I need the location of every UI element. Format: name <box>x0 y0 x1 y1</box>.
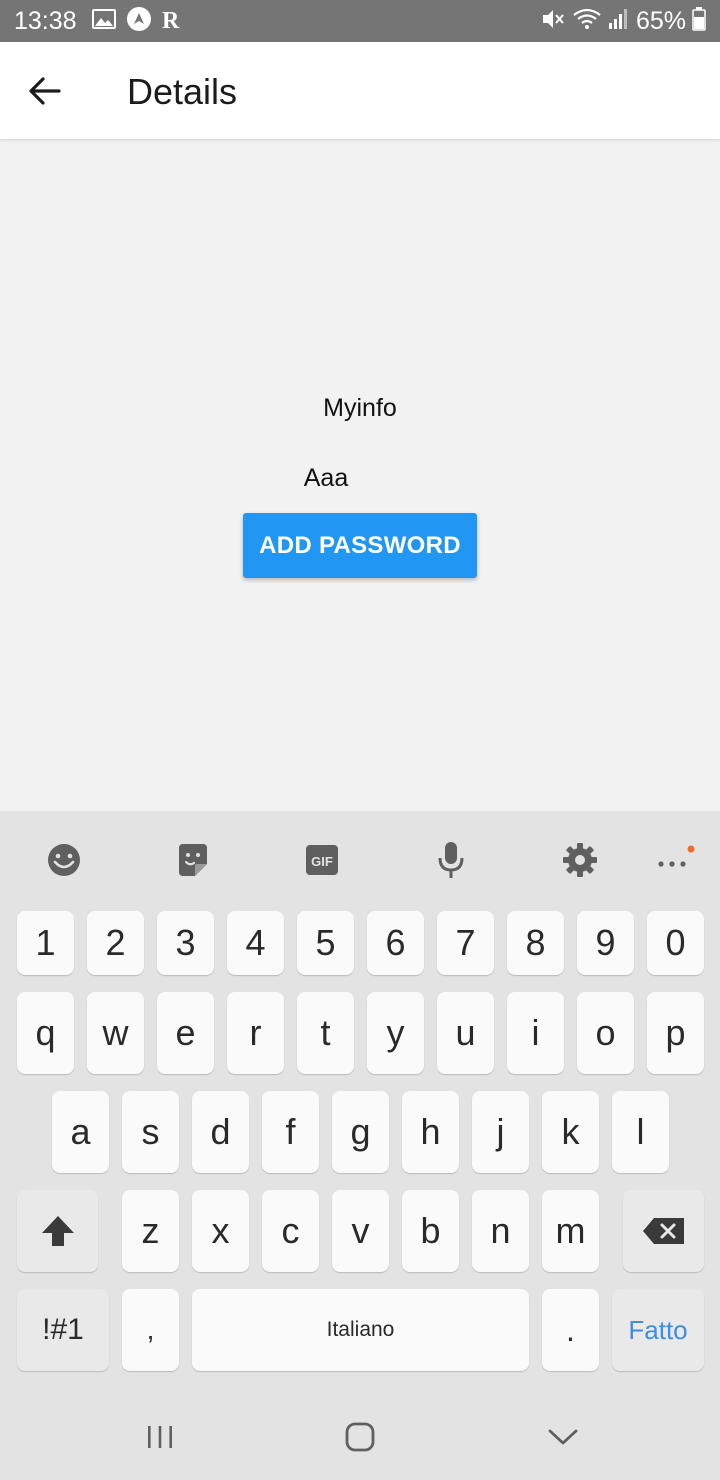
navigation-bar <box>0 1391 720 1480</box>
recent-apps-icon <box>148 1426 172 1448</box>
key-q[interactable]: q <box>17 992 74 1074</box>
key-u[interactable]: u <box>437 992 494 1074</box>
key-e[interactable]: e <box>157 992 214 1074</box>
info-item: Aaa <box>303 464 349 492</box>
image-icon <box>92 8 116 34</box>
space-key[interactable]: Italiano <box>192 1289 529 1371</box>
key-j[interactable]: j <box>472 1091 529 1173</box>
shift-key[interactable] <box>17 1190 98 1272</box>
done-label: Fatto <box>628 1314 688 1345</box>
key-p[interactable]: p <box>647 992 704 1074</box>
page-title: Details <box>127 71 238 112</box>
key-g[interactable]: g <box>332 1091 389 1173</box>
key-i[interactable]: i <box>507 992 564 1074</box>
emoji-button[interactable] <box>34 839 94 881</box>
app-bar: Details <box>0 42 720 140</box>
key-1[interactable]: 1 <box>17 911 74 975</box>
key-s[interactable]: s <box>122 1091 179 1173</box>
done-key[interactable]: Fatto <box>612 1289 704 1371</box>
key-l[interactable]: l <box>612 1091 669 1173</box>
key-8[interactable]: 8 <box>507 911 564 975</box>
navigation-icon <box>126 6 152 37</box>
key-t[interactable]: t <box>297 992 354 1074</box>
key-x[interactable]: x <box>192 1190 249 1272</box>
key-7[interactable]: 7 <box>437 911 494 975</box>
status-right-icons: 65% <box>534 6 706 36</box>
period-key[interactable]: . <box>542 1289 599 1371</box>
sticker-button[interactable] <box>163 839 223 881</box>
backspace-key[interactable] <box>623 1190 704 1272</box>
system-back-button[interactable] <box>533 1415 593 1459</box>
key-2[interactable]: 2 <box>87 911 144 975</box>
status-time: 13:38 <box>14 7 77 35</box>
back-button[interactable] <box>20 66 70 116</box>
key-3[interactable]: 3 <box>157 911 214 975</box>
key-m[interactable]: m <box>542 1190 599 1272</box>
wifi-icon <box>572 7 602 36</box>
battery-percent: 65% <box>635 7 686 35</box>
key-v[interactable]: v <box>332 1190 389 1272</box>
backspace-icon <box>642 1218 684 1244</box>
space-label: Italiano <box>326 1318 395 1341</box>
more-icon <box>658 845 695 867</box>
key-b[interactable]: b <box>402 1190 459 1272</box>
microphone-button[interactable] <box>421 839 481 881</box>
emoji-icon <box>48 844 80 876</box>
status-bar: 13:38 R 65% <box>0 0 720 42</box>
back-chevron-icon <box>548 1429 578 1445</box>
mute-icon <box>540 7 566 36</box>
key-f[interactable]: f <box>262 1091 319 1173</box>
settings-button[interactable] <box>550 839 610 881</box>
more-button[interactable] <box>642 839 702 881</box>
key-6[interactable]: 6 <box>367 911 424 975</box>
symbols-key[interactable]: !#1 <box>17 1289 109 1371</box>
key-5[interactable]: 5 <box>297 911 354 975</box>
key-4[interactable]: 4 <box>227 911 284 975</box>
key-9[interactable]: 9 <box>577 911 634 975</box>
key-o[interactable]: o <box>577 992 634 1074</box>
arrow-back-icon <box>29 77 61 105</box>
key-n[interactable]: n <box>472 1190 529 1272</box>
shift-icon <box>41 1216 74 1246</box>
recent-apps-button[interactable] <box>130 1415 190 1459</box>
key-k[interactable]: k <box>542 1091 599 1173</box>
status-r-label: R <box>162 8 180 34</box>
symbols-label: !#1 <box>42 1313 84 1346</box>
keyboard: GIF 1 2 3 4 5 6 7 8 9 0 q w e r t y u i … <box>0 811 720 1391</box>
key-r[interactable]: r <box>227 992 284 1074</box>
microphone-icon <box>438 842 464 878</box>
key-z[interactable]: z <box>122 1190 179 1272</box>
sticker-icon <box>179 844 207 876</box>
key-y[interactable]: y <box>367 992 424 1074</box>
comma-label: , <box>146 1314 155 1345</box>
period-label: . <box>566 1311 575 1348</box>
svg-text:GIF: GIF <box>311 854 333 869</box>
status-left-icons: R <box>92 6 189 37</box>
add-password-button[interactable]: ADD PASSWORD <box>243 513 477 578</box>
key-w[interactable]: w <box>87 992 144 1074</box>
comma-key[interactable]: , <box>122 1289 179 1371</box>
key-a[interactable]: a <box>52 1091 109 1173</box>
info-title: Myinfo <box>323 394 397 422</box>
gif-icon: GIF <box>306 845 338 875</box>
gif-button[interactable]: GIF <box>292 839 352 881</box>
key-0[interactable]: 0 <box>647 911 704 975</box>
home-icon <box>345 1422 375 1452</box>
key-d[interactable]: d <box>192 1091 249 1173</box>
home-button[interactable] <box>330 1415 390 1459</box>
battery-icon <box>692 6 706 36</box>
key-h[interactable]: h <box>402 1091 459 1173</box>
settings-icon <box>563 843 597 877</box>
signal-icon <box>608 7 630 36</box>
key-c[interactable]: c <box>262 1190 319 1272</box>
